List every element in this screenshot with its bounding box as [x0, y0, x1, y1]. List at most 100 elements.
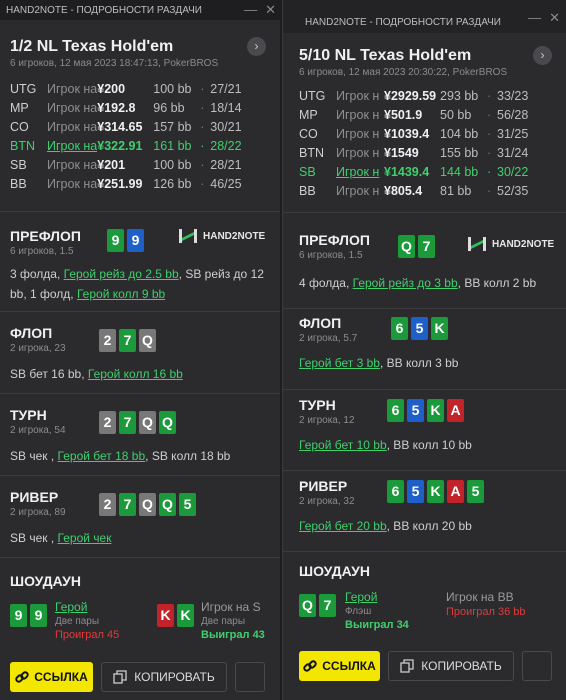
separator: ·: [200, 157, 205, 172]
more-button[interactable]: [522, 651, 552, 681]
player-row[interactable]: BB Игрок н ¥805.4 81 bb · 52/35: [299, 181, 528, 200]
card-spade: 2: [99, 411, 116, 434]
player-stack: ¥501.9: [384, 107, 423, 122]
preflop-section: HAND2NOTE ПРЕФЛОП 6 игроков, 1.5 Q 7 4 фолда…: [283, 213, 566, 309]
hero-name[interactable]: Герой: [55, 600, 119, 614]
players-table: UTG Игрок н ¥2929.59 293 bb · 33/23 MP Игрок н ¥…: [299, 86, 528, 200]
street-actions: Герой бет 10 bb, BB колл 10 bb: [299, 435, 561, 455]
hand-header: 5/10 NL Texas Hold'em 6 игроков, 12 мая …: [283, 33, 566, 213]
hero-action[interactable]: Герой рейз до 2.5 bb: [64, 267, 179, 281]
close-icon[interactable]: ✕: [549, 10, 560, 26]
card-diamond: 5: [407, 480, 424, 503]
player-position: BTN: [299, 145, 324, 160]
player-position: UTG: [10, 81, 37, 96]
player-name: Игрок на: [47, 176, 98, 191]
separator: ·: [487, 145, 492, 160]
player-stack-bb: 126 bb: [153, 176, 192, 191]
player-stats: 33/23: [497, 88, 529, 103]
footer-actions: ССЫЛКА КОПИРОВАТЬ: [299, 651, 566, 681]
player-name: Игрок на: [47, 157, 98, 172]
action-text: , BB колл 3 bb: [379, 356, 459, 370]
river-section: РИВЕР 2 игрока, 89 2 7 Q Q 5 SB чек , Герой чек: [0, 476, 280, 558]
next-arrow-icon[interactable]: ›: [533, 46, 552, 65]
hand-details-window-1: HAND2NOTE - ПОДРОБНОСТИ РАЗДАЧИ — ✕ 1/2 N…: [0, 0, 280, 700]
hero-result: Проиграл 45: [55, 629, 120, 641]
player-row[interactable]: BTN Игрок н ¥1549 155 bb · 31/24: [299, 143, 528, 162]
hero-result: Выиграл 34: [345, 619, 409, 631]
hero-name[interactable]: Герой: [345, 590, 409, 604]
player-row[interactable]: MP Игрок на ¥192.8 96 bb · 18/14: [10, 98, 242, 117]
opponent-hole-cards: KK: [157, 604, 194, 627]
card-club: 9: [30, 604, 47, 627]
player-row[interactable]: CO Игрок на ¥314.65 157 bb · 30/21: [10, 117, 242, 136]
action-text: SB бет 16 bb,: [10, 367, 88, 381]
player-stats: 30/21: [210, 119, 242, 134]
close-icon[interactable]: ✕: [265, 2, 276, 18]
player-stats: 46/25: [210, 176, 242, 191]
hero-action[interactable]: Герой бет 10 bb: [299, 438, 387, 452]
opponent-name[interactable]: Игрок на BB: [446, 590, 526, 604]
window-title: HAND2NOTE - ПОДРОБНОСТИ РАЗДАЧИ: [305, 17, 501, 28]
copy-icon: [113, 670, 127, 684]
card-club: K: [177, 604, 194, 627]
card-club: 6: [387, 399, 404, 422]
minimize-icon[interactable]: —: [528, 10, 541, 26]
separator: ·: [200, 176, 205, 191]
player-stack-bb: 157 bb: [153, 119, 192, 134]
card-club: 6: [391, 317, 408, 340]
player-name: Игрок на: [47, 138, 98, 153]
action-text: SB чек ,: [10, 531, 58, 545]
card-club: 6: [387, 480, 404, 503]
player-row[interactable]: MP Игрок н ¥501.9 50 bb · 56/28: [299, 105, 528, 124]
hero-action[interactable]: Герой колл 9 bb: [77, 287, 165, 301]
link-button[interactable]: ССЫЛКА: [299, 651, 380, 681]
hero-action[interactable]: Герой чек: [58, 531, 112, 545]
street-actions: 4 фолда, Герой рейз до 3 bb, BB колл 2 b…: [299, 273, 561, 293]
hand2note-logo: HAND2NOTE: [467, 235, 554, 253]
player-stats: 31/25: [497, 126, 529, 141]
hero-action[interactable]: Герой бет 20 bb: [299, 519, 387, 533]
copy-button[interactable]: КОПИРОВАТЬ: [388, 651, 514, 681]
player-row[interactable]: BB Игрок на ¥251.99 126 bb · 46/25: [10, 174, 242, 193]
hero-hand-rank: Две пары: [55, 616, 100, 627]
card-club: Q: [159, 493, 176, 516]
player-stack: ¥1439.4: [384, 164, 430, 179]
player-row[interactable]: UTG Игрок н ¥2929.59 293 bb · 33/23: [299, 86, 528, 105]
player-stats: 52/35: [497, 183, 529, 198]
separator: ·: [200, 138, 205, 153]
copy-button[interactable]: КОПИРОВАТЬ: [101, 662, 227, 692]
player-name: Игрок на: [47, 100, 98, 115]
player-stack-bb: 81 bb: [440, 183, 472, 198]
player-row[interactable]: UTG Игрок на ¥200 100 bb · 27/21: [10, 79, 242, 98]
next-arrow-icon[interactable]: ›: [247, 37, 266, 56]
more-button[interactable]: [235, 662, 265, 692]
player-row[interactable]: CO Игрок н ¥1039.4 104 bb · 31/25: [299, 124, 528, 143]
hero-action[interactable]: Герой бет 3 bb: [299, 356, 380, 370]
player-position: SB: [299, 164, 316, 179]
title-bar[interactable]: HAND2NOTE - ПОДРОБНОСТИ РАЗДАЧИ — ✕: [0, 0, 280, 20]
minimize-icon[interactable]: —: [244, 2, 257, 18]
card-diamond: 5: [407, 399, 424, 422]
preflop-section: HAND2NOTE ПРЕФЛОП 6 игроков, 1.5 9 9 3 фолда…: [0, 212, 280, 312]
player-row[interactable]: SB Игрок н ¥1439.4 144 bb · 30/22: [299, 162, 528, 181]
card-club: 7: [119, 411, 136, 434]
hero-action[interactable]: Герой рейз до 3 bb: [353, 276, 458, 290]
street-actions: Герой бет 20 bb, BB колл 20 bb: [299, 516, 561, 536]
player-stack-bb: 100 bb: [153, 157, 192, 172]
link-button[interactable]: ССЫЛКА: [10, 662, 93, 692]
player-position: BB: [299, 183, 316, 198]
player-stats: 30/22: [497, 164, 529, 179]
link-button-label: ССЫЛКА: [322, 659, 376, 673]
title-bar[interactable]: HAND2NOTE - ПОДРОБНОСТИ РАЗДАЧИ — ✕: [283, 0, 566, 33]
player-row[interactable]: BTN Игрок на ¥322.91 161 bb · 28/22: [10, 136, 242, 155]
player-row[interactable]: SB Игрок на ¥201 100 bb · 28/21: [10, 155, 242, 174]
player-name: Игрок н: [336, 126, 380, 141]
player-name: Игрок н: [336, 145, 380, 160]
hero-action[interactable]: Герой колл 16 bb: [88, 367, 183, 381]
board-cards: 65K: [391, 317, 448, 340]
copy-button-label: КОПИРОВАТЬ: [421, 659, 502, 673]
turn-section: ТУРН 2 игрока, 12 6 5 K A Герой бет 10 bb, BB …: [283, 390, 566, 471]
board-cards: 27Q: [99, 329, 156, 352]
hero-action[interactable]: Герой бет 18 bb: [58, 449, 146, 463]
opponent-name[interactable]: Игрок на S: [201, 600, 280, 614]
